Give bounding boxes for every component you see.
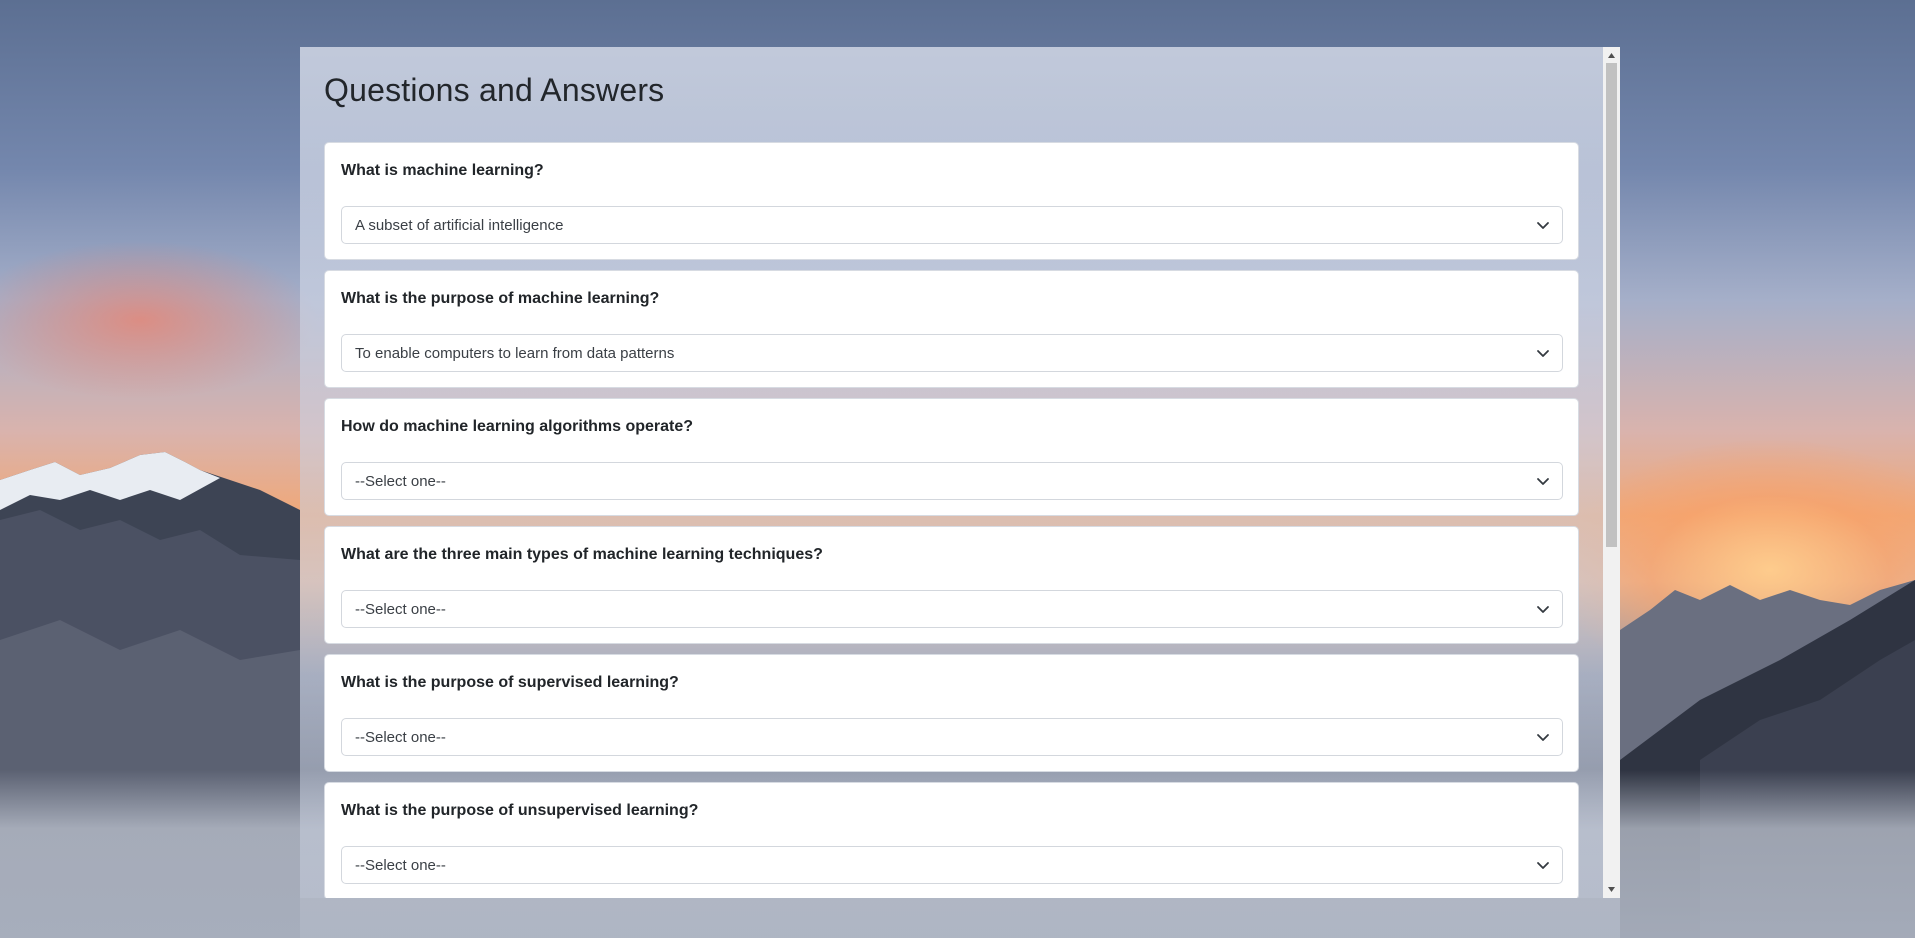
answer-select[interactable]: A subset of artificial intelligence (341, 206, 1563, 244)
chevron-down-icon (1537, 478, 1549, 485)
question-text: What is the purpose of machine learning? (341, 290, 660, 307)
answer-select[interactable]: --Select one-- (341, 462, 1563, 500)
question-card: How do machine learning algorithms opera… (324, 398, 1579, 516)
question-text: What is the purpose of supervised learni… (341, 674, 679, 691)
chevron-down-icon (1537, 606, 1549, 613)
question-text: How do machine learning algorithms opera… (341, 418, 694, 435)
question-card: What is the purpose of unsupervised lear… (324, 782, 1579, 898)
chevron-down-icon (1537, 222, 1549, 229)
chevron-down-icon (1537, 350, 1549, 357)
answer-select-value: --Select one-- (355, 729, 446, 746)
question-text: What is machine learning? (341, 162, 544, 179)
answer-select[interactable]: --Select one-- (341, 718, 1563, 756)
page-title: Questions and Answers (324, 72, 665, 108)
answer-select-value: --Select one-- (355, 473, 446, 490)
scrollbar-thumb[interactable] (1606, 63, 1617, 547)
answer-select-value: A subset of artificial intelligence (355, 217, 564, 234)
question-card: What is the purpose of supervised learni… (324, 654, 1579, 772)
vertical-scrollbar[interactable] (1603, 47, 1620, 898)
qa-panel-content: Questions and Answers What is machine le… (300, 47, 1603, 898)
question-card: What is the purpose of machine learning?… (324, 270, 1579, 388)
chevron-down-icon (1537, 734, 1549, 741)
question-text: What is the purpose of unsupervised lear… (341, 802, 699, 819)
answer-select-value: --Select one-- (355, 857, 446, 874)
answer-select[interactable]: --Select one-- (341, 846, 1563, 884)
question-list: What is machine learning? A subset of ar… (324, 142, 1579, 898)
scroll-down-arrow-icon[interactable] (1603, 882, 1620, 896)
question-card: What is machine learning? A subset of ar… (324, 142, 1579, 260)
answer-select[interactable]: --Select one-- (341, 590, 1563, 628)
question-card: What are the three main types of machine… (324, 526, 1579, 644)
question-text: What are the three main types of machine… (341, 546, 823, 563)
chevron-down-icon (1537, 862, 1549, 869)
qa-panel: Questions and Answers What is machine le… (300, 47, 1620, 898)
scroll-up-arrow-icon[interactable] (1603, 49, 1620, 63)
answer-select[interactable]: To enable computers to learn from data p… (341, 334, 1563, 372)
answer-select-value: To enable computers to learn from data p… (355, 345, 675, 362)
answer-select-value: --Select one-- (355, 601, 446, 618)
